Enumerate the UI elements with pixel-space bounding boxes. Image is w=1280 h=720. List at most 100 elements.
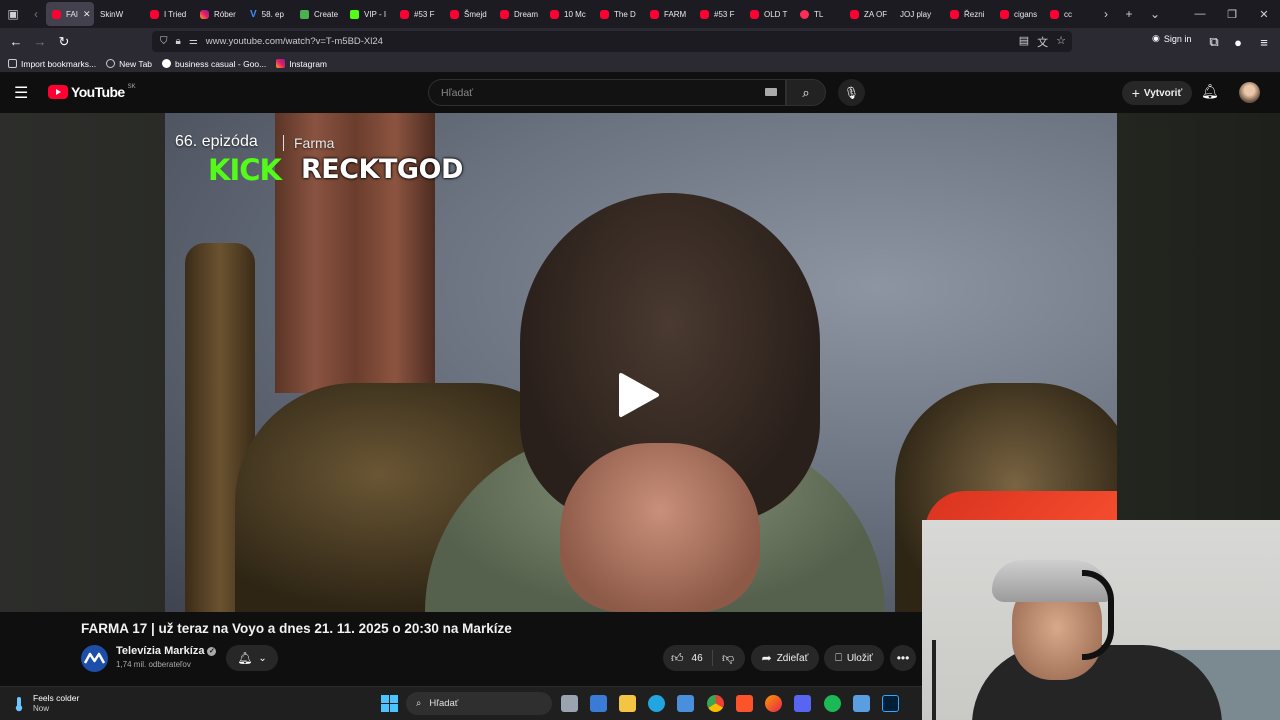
tab-overview-icon[interactable]: ▣ bbox=[0, 0, 26, 28]
permissions-icon[interactable]: ⚌ bbox=[189, 36, 198, 47]
store-icon[interactable] bbox=[590, 695, 607, 712]
browser-tab[interactable]: V 58. ep bbox=[244, 2, 294, 26]
reader-view-icon[interactable]: ▤ bbox=[1019, 34, 1029, 50]
browser-tab[interactable]: #53 F bbox=[694, 2, 744, 26]
url-text[interactable]: www.youtube.com/watch?v=T-m5BD-Xl24 bbox=[206, 36, 383, 47]
import-icon bbox=[8, 59, 17, 68]
firefox-icon[interactable] bbox=[765, 695, 782, 712]
chrome-icon[interactable] bbox=[707, 695, 724, 712]
browser-tab-strip: ▣ ‹ FAI ✕ SkinW I Tried Róber V 58. ep Create VI… bbox=[0, 0, 1280, 28]
channel-avatar[interactable] bbox=[81, 645, 108, 672]
browser-tab[interactable]: The D bbox=[594, 2, 644, 26]
hamburger-menu-icon[interactable]: ☰ bbox=[14, 83, 34, 103]
browser-tab[interactable]: FAI ✕ bbox=[46, 2, 94, 26]
photoshop-icon[interactable] bbox=[882, 695, 899, 712]
notifications-bell-icon[interactable]: 🔔︎ bbox=[1201, 83, 1219, 100]
photos-icon[interactable] bbox=[677, 695, 694, 712]
edge-icon[interactable] bbox=[648, 695, 665, 712]
bookmark-star-icon[interactable]: ☆ bbox=[1056, 34, 1066, 50]
youtube-favicon-icon bbox=[1050, 9, 1059, 19]
shield-icon[interactable]: ⛉ bbox=[160, 36, 168, 47]
browser-tab[interactable]: Šmejd bbox=[444, 2, 494, 26]
youtube-logo[interactable]: YouTube SK bbox=[48, 84, 136, 100]
back-icon[interactable]: ← bbox=[4, 30, 28, 54]
discord-icon[interactable] bbox=[794, 695, 811, 712]
account-icon: ◉ bbox=[1152, 33, 1160, 43]
like-button[interactable]: 👍︎ 46 bbox=[663, 650, 713, 666]
c-favicon-icon bbox=[300, 9, 309, 19]
tab-label: I Tried bbox=[164, 9, 187, 19]
search-button[interactable]: ⌕ bbox=[786, 79, 826, 106]
browser-tab[interactable]: SkinW bbox=[94, 2, 144, 26]
spotify-icon[interactable] bbox=[824, 695, 841, 712]
bookmark-label: New Tab bbox=[119, 58, 153, 69]
start-windows-icon[interactable] bbox=[381, 695, 398, 712]
close-tab-icon[interactable]: ✕ bbox=[83, 9, 91, 20]
channel-name-label: Televízia Markíza bbox=[116, 645, 205, 657]
browser-tab[interactable]: I Tried bbox=[144, 2, 194, 26]
dislike-button[interactable]: 👎︎ bbox=[713, 651, 734, 666]
file-explorer-icon[interactable] bbox=[619, 695, 636, 712]
browser-tab[interactable]: Řezni bbox=[944, 2, 994, 26]
close-window-icon[interactable]: ✕ bbox=[1248, 8, 1280, 21]
youtube-play-logo-icon bbox=[48, 85, 68, 99]
youtube-favicon-icon bbox=[700, 9, 709, 19]
app-menu-icon[interactable]: ≡ bbox=[1252, 30, 1276, 54]
save-button[interactable]: ⎕ Uložiť bbox=[824, 645, 884, 671]
taskbar-search[interactable]: ⌕ Hľadať bbox=[406, 692, 552, 715]
profile-color-icon[interactable]: ● bbox=[1226, 30, 1250, 54]
like-count: 46 bbox=[691, 652, 703, 664]
bookmark-business-casual[interactable]: business casual - Goo... bbox=[162, 59, 266, 69]
new-tab-icon[interactable]: + bbox=[1116, 0, 1142, 28]
like-dislike-group: 👍︎ 46 👎︎ bbox=[663, 645, 745, 671]
sign-in-button[interactable]: ◉ Sign in bbox=[1152, 33, 1191, 44]
bookmark-instagram[interactable]: Instagram bbox=[276, 59, 327, 69]
youtube-favicon-icon bbox=[950, 9, 959, 19]
browser-tab[interactable]: ZA OF bbox=[844, 2, 894, 26]
browser-tab[interactable]: 10 Mc bbox=[544, 2, 594, 26]
youtube-favicon-icon bbox=[52, 9, 61, 19]
more-actions-button[interactable]: ••• bbox=[890, 645, 916, 671]
scroll-tabs-right-icon[interactable]: › bbox=[1096, 0, 1116, 28]
voice-search-button[interactable]: 🎙︎ bbox=[838, 79, 865, 106]
task-view-icon[interactable] bbox=[561, 695, 578, 712]
browser-tab[interactable]: Róber bbox=[194, 2, 244, 26]
play-icon[interactable] bbox=[613, 371, 661, 419]
browser-tab[interactable]: TL bbox=[794, 2, 844, 26]
browser-tab[interactable]: OLD T bbox=[744, 2, 794, 26]
browser-tab[interactable]: cigans bbox=[994, 2, 1044, 26]
browser-tab[interactable]: Dream bbox=[494, 2, 544, 26]
subscription-notifications-button[interactable]: 🔔︎ ⌄ bbox=[226, 645, 278, 671]
search-input[interactable]: Hľadať bbox=[428, 79, 786, 106]
reload-icon[interactable]: ↻ bbox=[52, 30, 76, 54]
keyboard-icon[interactable] bbox=[765, 88, 777, 96]
extensions-icon[interactable]: ⧉ bbox=[1202, 30, 1226, 54]
tab-list-dropdown-icon[interactable]: ⌄ bbox=[1142, 0, 1168, 28]
address-bar[interactable]: ⛉ 🔒︎ ⚌ www.youtube.com/watch?v=T-m5BD-Xl… bbox=[152, 31, 1072, 52]
youtube-favicon-icon bbox=[150, 9, 159, 19]
restore-window-icon[interactable]: ❐ bbox=[1216, 8, 1248, 21]
browser-tab[interactable]: cc bbox=[1044, 2, 1094, 26]
kick-logo: KICK bbox=[208, 153, 282, 187]
browser-tab[interactable]: FARM bbox=[644, 2, 694, 26]
thermometer-icon[interactable] bbox=[12, 696, 26, 712]
scroll-tabs-left-icon[interactable]: ‹ bbox=[26, 0, 46, 28]
bookmark-import[interactable]: Import bookmarks... bbox=[8, 59, 96, 69]
brave-icon[interactable] bbox=[736, 695, 753, 712]
create-button[interactable]: + Vytvoriť bbox=[1122, 81, 1192, 105]
browser-tab[interactable]: JOJ play bbox=[894, 2, 944, 26]
tab-label: Šmejd bbox=[464, 9, 487, 19]
weather-label[interactable]: Feels colder bbox=[33, 693, 79, 703]
user-avatar[interactable] bbox=[1239, 82, 1260, 103]
forward-icon[interactable]: → bbox=[28, 30, 52, 54]
notepad-icon[interactable] bbox=[853, 695, 870, 712]
lock-icon[interactable]: 🔒︎ bbox=[176, 36, 181, 47]
browser-tab[interactable]: VIP - I bbox=[344, 2, 394, 26]
browser-tab[interactable]: #53 F bbox=[394, 2, 444, 26]
channel-name[interactable]: Televízia Markíza ✓ bbox=[116, 645, 217, 657]
share-button[interactable]: ➦ Zdieľať bbox=[751, 645, 819, 671]
bookmark-new-tab[interactable]: New Tab bbox=[106, 59, 152, 69]
translate-icon[interactable]: 文 bbox=[1037, 34, 1048, 50]
minimize-window-icon[interactable]: — bbox=[1184, 8, 1216, 21]
browser-tab[interactable]: Create bbox=[294, 2, 344, 26]
